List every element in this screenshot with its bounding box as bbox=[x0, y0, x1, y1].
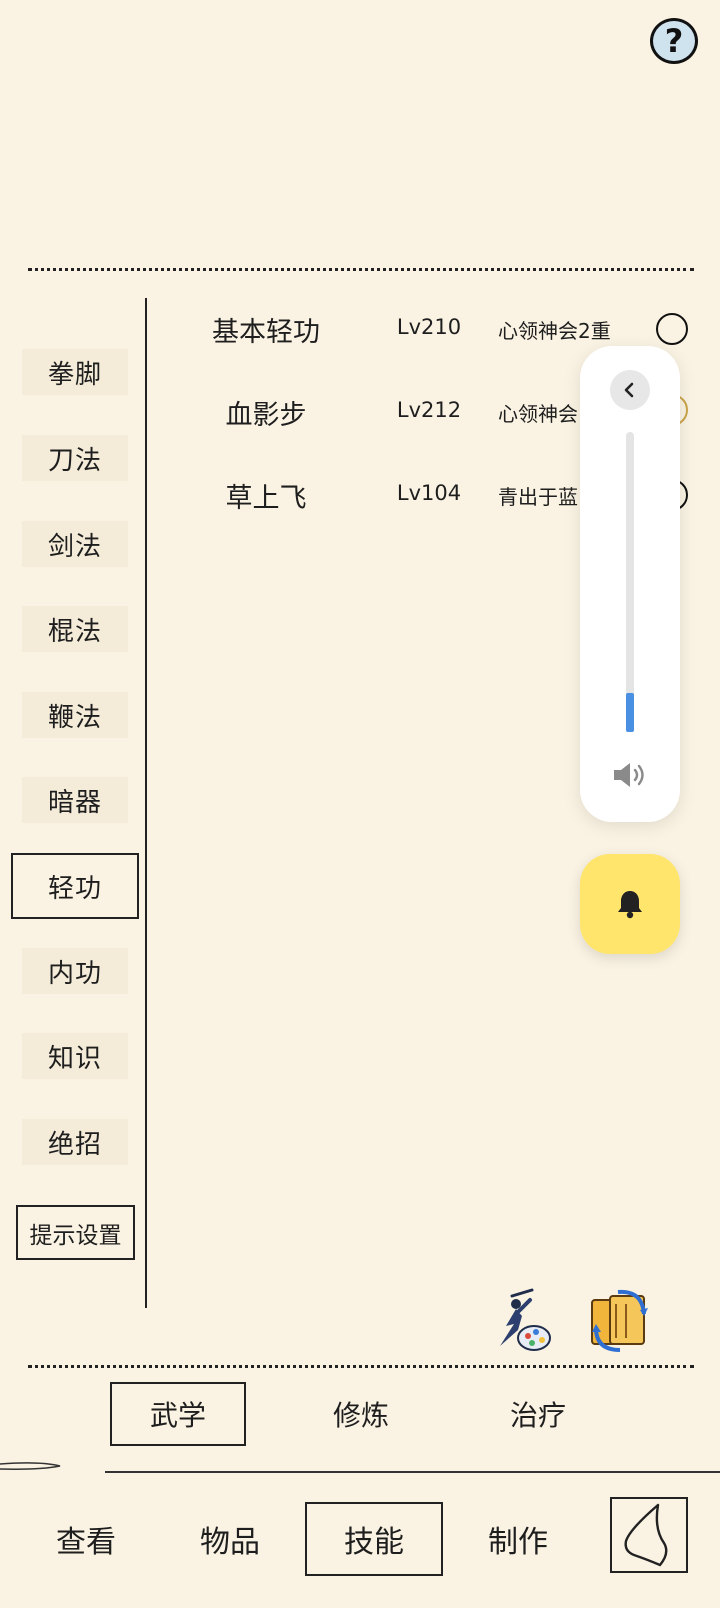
category-label: 轻功 bbox=[47, 873, 102, 904]
hint-settings-button[interactable]: 提示设置 bbox=[16, 1205, 135, 1260]
category-daofa[interactable]: 刀法 bbox=[22, 435, 128, 481]
skill-level: Lv104 bbox=[396, 481, 462, 505]
category-anqi[interactable]: 暗器 bbox=[22, 777, 128, 823]
volume-slider[interactable] bbox=[626, 432, 634, 732]
nav-items[interactable]: 物品 bbox=[161, 1502, 299, 1576]
sidebar-divider bbox=[145, 298, 147, 1308]
subtab-zhiliao[interactable]: 治疗 bbox=[470, 1382, 606, 1446]
skill-level: Lv210 bbox=[396, 315, 462, 339]
top-divider bbox=[28, 268, 694, 271]
category-label: 内功 bbox=[47, 958, 102, 989]
nav-label: 制作 bbox=[488, 1525, 548, 1560]
subtab-xiulian[interactable]: 修炼 bbox=[293, 1382, 429, 1446]
category-label: 暗器 bbox=[47, 787, 102, 818]
category-bianfa[interactable]: 鞭法 bbox=[22, 692, 128, 738]
notification-button[interactable] bbox=[580, 854, 680, 954]
category-label: 知识 bbox=[47, 1043, 102, 1074]
nav-skills[interactable]: 技能 bbox=[305, 1502, 443, 1576]
skill-name[interactable]: 基本轻功 bbox=[176, 310, 356, 349]
category-qinggong[interactable]: 轻功 bbox=[11, 853, 139, 919]
category-neigong[interactable]: 内功 bbox=[22, 948, 128, 994]
volume-slider-fill bbox=[626, 693, 634, 732]
nav-label: 技能 bbox=[344, 1525, 404, 1560]
category-jianfa[interactable]: 剑法 bbox=[22, 521, 128, 567]
volume-panel bbox=[580, 346, 680, 822]
subtab-label: 武学 bbox=[149, 1399, 206, 1432]
category-label: 刀法 bbox=[47, 445, 102, 476]
skill-state: 心领神会2重 bbox=[498, 319, 611, 343]
nav-view[interactable]: 查看 bbox=[17, 1502, 155, 1576]
skill-select-radio[interactable] bbox=[656, 313, 688, 345]
warrior-palette-icon[interactable] bbox=[492, 1286, 562, 1356]
category-label: 棍法 bbox=[47, 616, 102, 647]
hint-settings-label: 提示设置 bbox=[29, 1222, 122, 1249]
skill-name[interactable]: 草上飞 bbox=[176, 476, 356, 515]
skill-state: 心领神会 bbox=[498, 402, 578, 426]
chevron-left-icon bbox=[624, 382, 634, 398]
volume-collapse-button[interactable] bbox=[610, 370, 650, 410]
skill-level: Lv212 bbox=[396, 398, 462, 422]
subtab-wuxue[interactable]: 武学 bbox=[110, 1382, 246, 1446]
speaker-icon[interactable] bbox=[610, 758, 650, 792]
category-label: 拳脚 bbox=[47, 359, 102, 390]
back-arrow-icon bbox=[624, 1503, 668, 1567]
nav-label: 物品 bbox=[200, 1525, 260, 1560]
nav-label: 查看 bbox=[56, 1525, 116, 1560]
back-button[interactable] bbox=[610, 1497, 688, 1573]
category-quanjiao[interactable]: 拳脚 bbox=[22, 349, 128, 395]
book-exchange-icon[interactable] bbox=[584, 1286, 654, 1356]
bell-icon bbox=[618, 891, 642, 919]
subtab-label: 修炼 bbox=[332, 1399, 389, 1432]
brush-stroke-divider bbox=[0, 1462, 720, 1473]
subtab-label: 治疗 bbox=[509, 1399, 566, 1432]
category-zhishi[interactable]: 知识 bbox=[22, 1033, 128, 1079]
skill-name[interactable]: 血影步 bbox=[176, 393, 356, 432]
nav-craft[interactable]: 制作 bbox=[449, 1502, 587, 1576]
skill-state: 青出于蓝 bbox=[498, 485, 578, 509]
help-icon: ? bbox=[664, 22, 684, 60]
bottom-divider bbox=[28, 1365, 694, 1368]
category-label: 剑法 bbox=[47, 531, 102, 562]
category-gunfa[interactable]: 棍法 bbox=[22, 606, 128, 652]
category-juezhao[interactable]: 绝招 bbox=[22, 1119, 128, 1165]
category-label: 鞭法 bbox=[47, 702, 102, 733]
category-label: 绝招 bbox=[47, 1129, 102, 1160]
help-button[interactable]: ? bbox=[650, 18, 698, 64]
